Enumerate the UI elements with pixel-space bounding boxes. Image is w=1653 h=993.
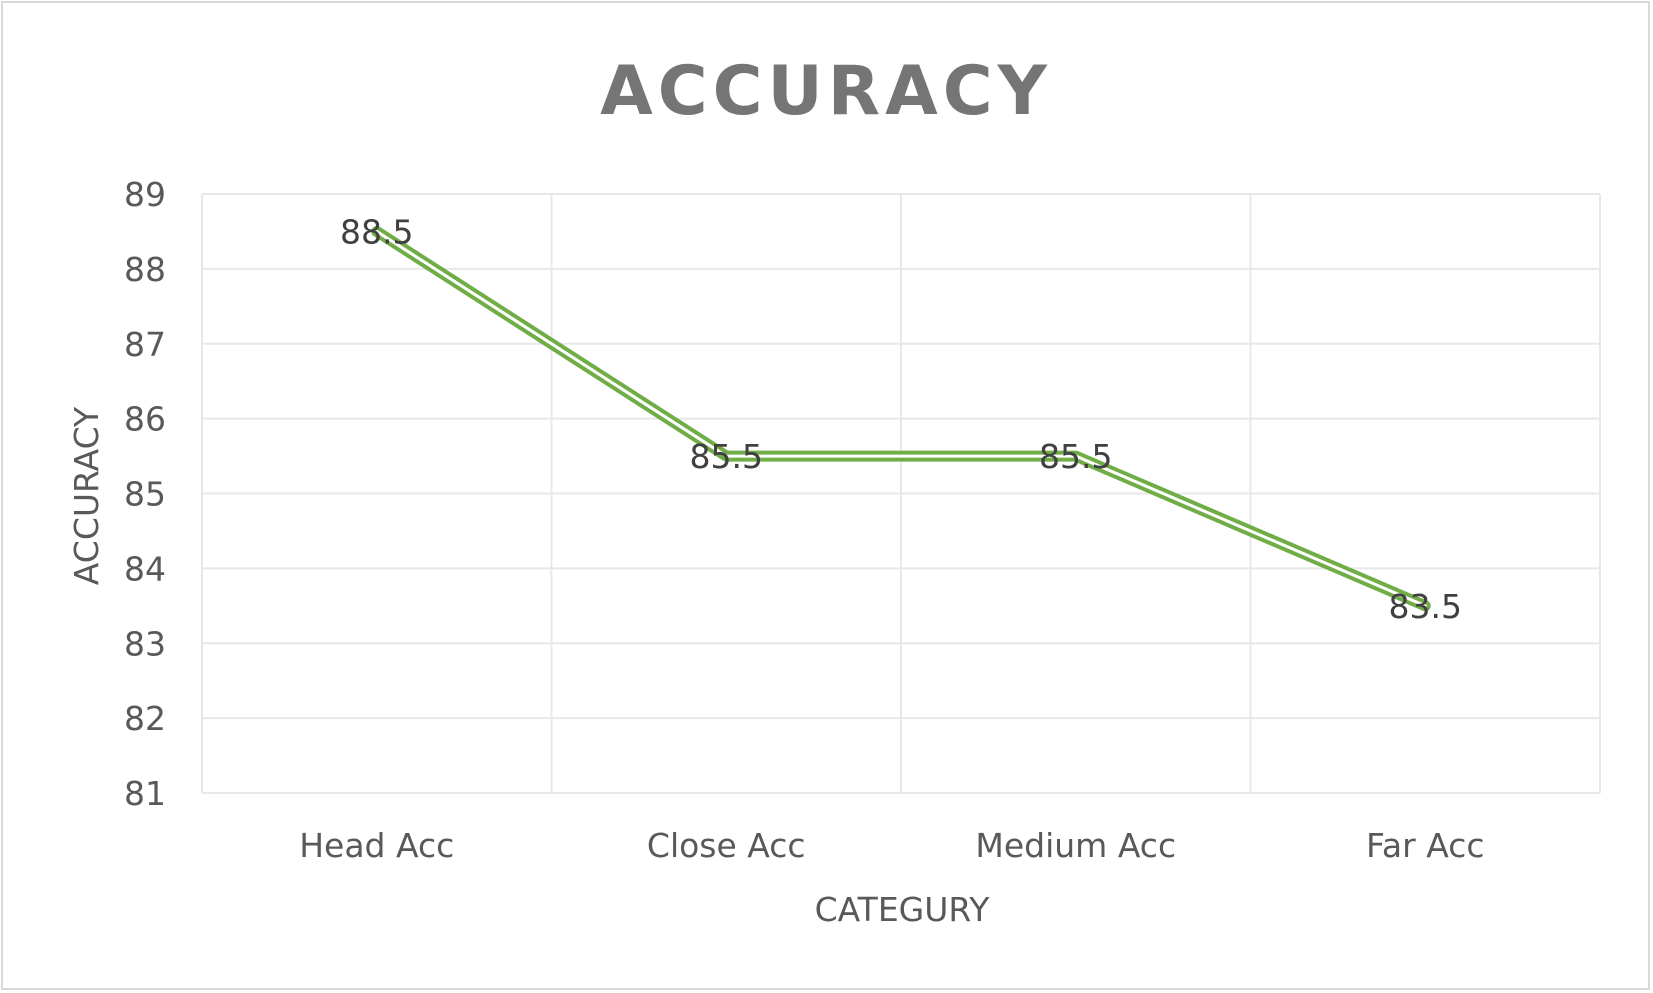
y-axis-ticks: 81 82 83 84 85 86 87 88 89: [124, 175, 166, 813]
gridlines: [201, 193, 1601, 794]
y-tick-label: 82: [124, 699, 166, 738]
x-tick-label: Head Acc: [299, 826, 454, 865]
y-tick-label: 85: [124, 475, 166, 514]
y-tick-label: 88: [124, 250, 166, 289]
data-label: 88.5: [340, 212, 413, 251]
x-tick-label: Far Acc: [1366, 826, 1485, 865]
y-tick-label: 87: [124, 325, 166, 364]
line-chart: ACCURACY 81 82 83 84 85 86 87 88 89 Head Acc Clos…: [67, 52, 1601, 929]
y-axis-title: ACCURACY: [67, 406, 106, 585]
data-label: 85.5: [1039, 437, 1112, 476]
data-label: 85.5: [690, 437, 763, 476]
y-tick-label: 89: [124, 175, 166, 214]
y-tick-label: 86: [124, 400, 166, 439]
x-axis-ticks: Head Acc Close Acc Medium Acc Far Acc: [299, 826, 1484, 865]
x-tick-label: Medium Acc: [975, 826, 1176, 865]
y-tick-label: 81: [124, 774, 166, 813]
y-tick-label: 84: [124, 549, 166, 588]
x-tick-label: Close Acc: [647, 826, 806, 865]
y-tick-label: 83: [124, 624, 166, 663]
chart-title: ACCURACY: [600, 52, 1052, 131]
x-axis-title: CATEGURY: [815, 890, 991, 929]
data-label: 83.5: [1389, 587, 1462, 626]
